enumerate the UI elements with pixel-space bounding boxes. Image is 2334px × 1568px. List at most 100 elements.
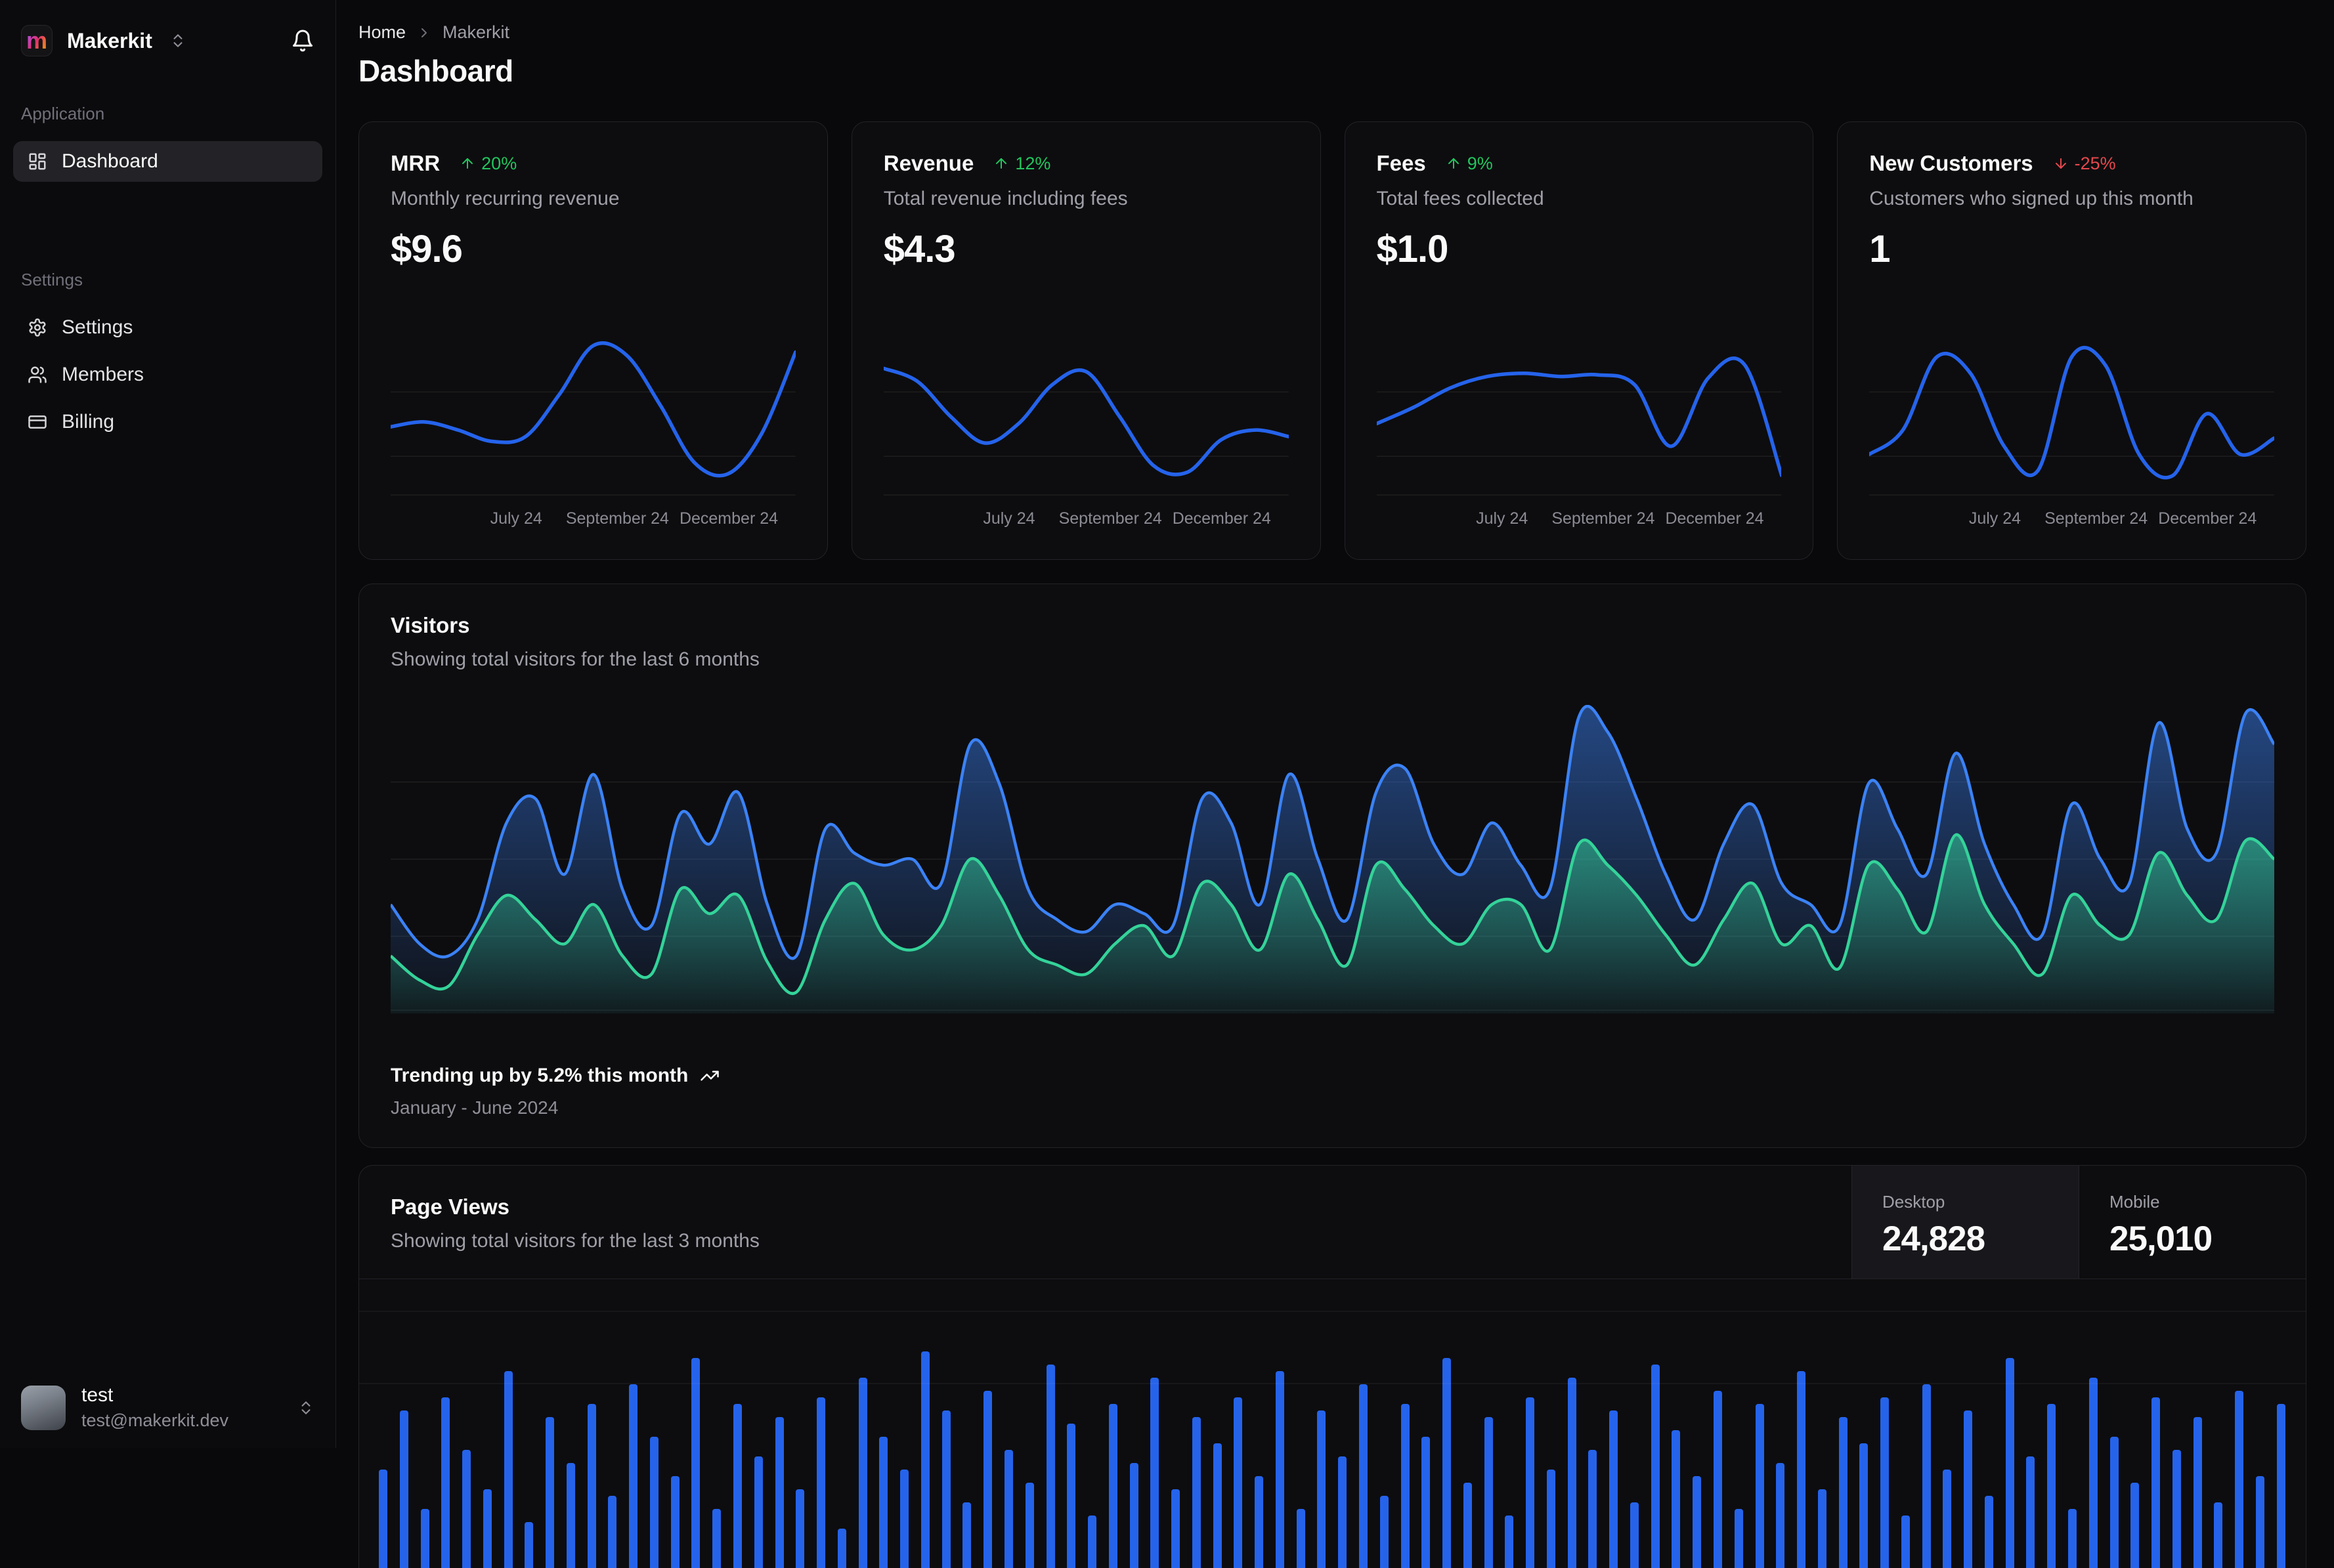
bar: [879, 1437, 888, 1568]
bar: [1817, 1489, 1826, 1568]
breadcrumb: Home Makerkit: [358, 22, 2306, 43]
breadcrumb-current: Makerkit: [443, 22, 510, 42]
bar: [420, 1509, 429, 1568]
makerkit-logo: m: [21, 25, 53, 56]
user-menu-toggle[interactable]: [297, 1399, 314, 1416]
bar: [754, 1456, 763, 1568]
bar: [546, 1417, 555, 1568]
bar: [1234, 1397, 1243, 1568]
stat-card-mrr: MRR 20% Monthly recurring revenue $9.6 J…: [358, 121, 828, 560]
bar: [796, 1489, 805, 1568]
nav-application: Dashboard: [13, 141, 322, 182]
bar: [2151, 1397, 2161, 1568]
visitors-footer: Trending up by 5.2% this month: [391, 1065, 2274, 1087]
user-meta: test test@makerkit.dev: [81, 1384, 228, 1431]
trend-badge-up: 12%: [993, 154, 1050, 174]
avatar: [21, 1385, 66, 1430]
stat-card-fees: Fees 9% Total fees collected $1.0 July 2…: [1344, 121, 1814, 560]
bar: [1213, 1443, 1222, 1568]
bar: [1588, 1450, 1597, 1568]
bar: [1609, 1410, 1618, 1568]
bar: [1421, 1437, 1431, 1568]
bar: [1275, 1371, 1284, 1568]
bar: [1442, 1358, 1452, 1568]
bar: [2130, 1483, 2140, 1568]
stat-value: $1.0: [1376, 228, 1449, 270]
bar: [2109, 1437, 2119, 1568]
bar: [1922, 1384, 1931, 1568]
bar: [1984, 1496, 1993, 1568]
breadcrumb-home-link[interactable]: Home: [358, 22, 406, 43]
bar: [1797, 1371, 1806, 1568]
bar: [566, 1463, 575, 1568]
section-label-application: Application: [21, 104, 105, 123]
bar: [483, 1489, 492, 1568]
bar: [629, 1384, 638, 1568]
sidebar-item-label: Members: [62, 364, 144, 385]
visitors-title: Visitors: [391, 613, 470, 637]
page-views-bar-chart: [359, 1279, 2306, 1568]
bar: [1755, 1404, 1764, 1568]
bar: [1734, 1509, 1743, 1568]
arrow-up-icon: [1448, 158, 1459, 169]
bar: [920, 1351, 930, 1568]
bar: [670, 1476, 680, 1568]
sparkline-axis: July 24 September 24 December 24: [1968, 509, 2257, 528]
user-menu[interactable]: test test@makerkit.dev: [13, 1384, 322, 1431]
stat-value: 25,010: [2109, 1219, 2213, 1258]
stat-label: Desktop: [1882, 1192, 1945, 1212]
workspace-switcher[interactable]: m Makerkit: [13, 20, 322, 62]
toggle-desktop[interactable]: Desktop 24,828: [1851, 1166, 2079, 1279]
stat-title: Revenue: [883, 151, 974, 175]
bar: [1150, 1378, 1159, 1568]
sidebar-item-dashboard[interactable]: Dashboard: [13, 141, 322, 182]
stat-card-revenue: Revenue 12% Total revenue including fees…: [851, 121, 1321, 560]
sparkline-axis: July 24 September 24 December 24: [490, 509, 779, 528]
user-name: test: [81, 1384, 114, 1406]
notifications-button[interactable]: [291, 29, 314, 53]
bar: [2068, 1509, 2077, 1568]
bar: [1776, 1463, 1785, 1568]
bar: [1463, 1483, 1472, 1568]
bar: [1129, 1463, 1138, 1568]
bar: [1379, 1496, 1389, 1568]
bar: [691, 1358, 701, 1568]
stat-value: $4.3: [883, 228, 956, 270]
page-views-heading: Page Views Showing total visitors for th…: [359, 1166, 1851, 1279]
bar: [2193, 1417, 2202, 1568]
bar: [2088, 1378, 2098, 1568]
bar: [1358, 1384, 1368, 1568]
bar: [1484, 1417, 1493, 1568]
stat-card-new-customers: New Customers -25% Customers who signed …: [1837, 121, 2306, 560]
bar: [962, 1502, 972, 1568]
toggle-mobile[interactable]: Mobile 25,010: [2079, 1166, 2306, 1279]
bar: [1088, 1515, 1097, 1568]
stat-cards-row: MRR 20% Monthly recurring revenue $9.6 J…: [358, 121, 2306, 560]
stat-subtitle: Customers who signed up this month: [1869, 188, 2194, 209]
user-email: test@makerkit.dev: [81, 1410, 228, 1430]
stat-title: Fees: [1376, 151, 1426, 175]
sparkline-chart: [1377, 330, 1782, 498]
sparkline-chart: [1869, 330, 2274, 498]
visitors-date-range: January - June 2024: [391, 1097, 559, 1118]
main-content: Home Makerkit Dashboard MRR 20% Monthly …: [336, 0, 2334, 1568]
stat-subtitle: Total revenue including fees: [883, 188, 1128, 209]
bar: [1025, 1483, 1034, 1568]
chevrons-up-down-icon: [173, 34, 183, 47]
visitors-subtitle: Showing total visitors for the last 6 mo…: [391, 648, 760, 670]
bar: [1171, 1489, 1180, 1568]
sidebar-item-billing[interactable]: Billing: [13, 402, 322, 442]
bar: [1400, 1404, 1410, 1568]
bar: [2214, 1502, 2223, 1568]
stat-value: 1: [1869, 228, 1890, 270]
page-views-card: Page Views Showing total visitors for th…: [358, 1165, 2306, 1568]
bar: [983, 1391, 993, 1568]
bar: [2026, 1456, 2035, 1568]
sidebar-item-settings[interactable]: Settings: [13, 307, 322, 348]
sparkline-chart: [884, 330, 1289, 498]
bar: [1630, 1502, 1639, 1568]
sidebar-item-members[interactable]: Members: [13, 354, 322, 395]
bar: [733, 1404, 743, 1568]
bar: [1004, 1450, 1013, 1568]
stat-subtitle: Total fees collected: [1376, 188, 1544, 209]
